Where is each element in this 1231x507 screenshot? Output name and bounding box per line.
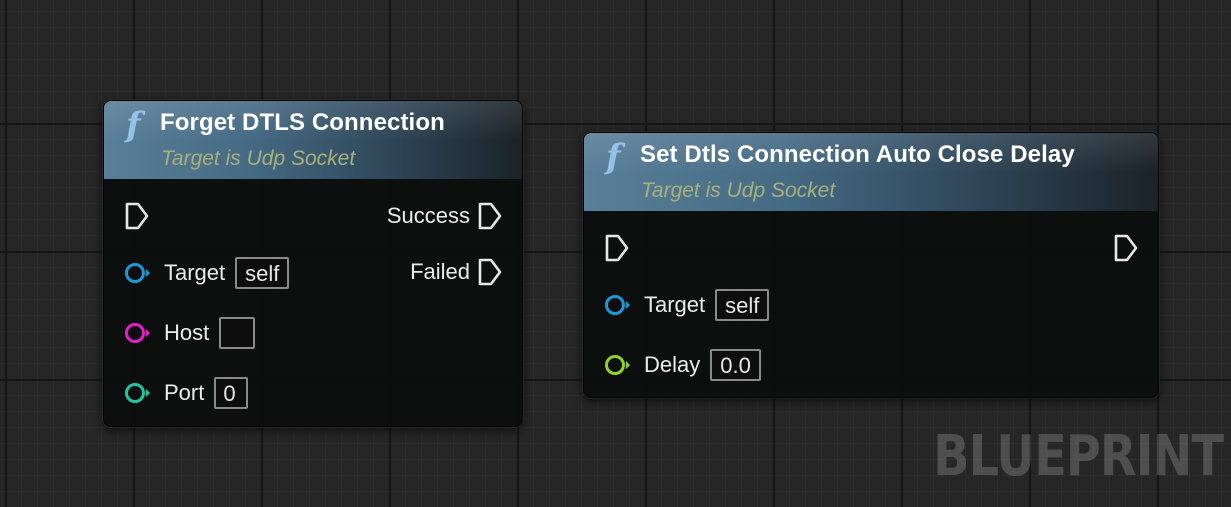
set-dtls-auto-close-delay-node[interactable]: f Set Dtls Connection Auto Close Delay T… [583, 132, 1159, 398]
node-header[interactable]: f Forget DTLS Connection Target is Udp S… [104, 101, 522, 180]
string-pin-icon[interactable] [124, 321, 152, 345]
function-icon: f [606, 137, 621, 177]
exec-pin-icon[interactable] [478, 258, 502, 286]
float-pin-icon[interactable] [604, 353, 632, 377]
success-output-pin[interactable]: Success [387, 199, 502, 233]
pin-label-target: Target [644, 292, 706, 317]
pin-label-delay: Delay [644, 352, 701, 377]
node-title: Set Dtls Connection Auto Close Delay [640, 141, 1075, 168]
pin-label-failed: Failed [410, 259, 470, 284]
delay-value-field[interactable]: 0.0 [710, 349, 761, 381]
node-subtitle: Target is Udp Socket [641, 179, 836, 202]
node-subtitle: Target is Udp Socket [161, 147, 356, 170]
pin-label-target: Target [164, 260, 226, 285]
exec-input-pin[interactable] [605, 231, 629, 265]
target-input-pin[interactable]: Target self [604, 288, 770, 322]
target-value-field[interactable]: self [235, 257, 290, 289]
pin-label-port: Port [164, 380, 205, 405]
exec-pin-icon[interactable] [1114, 234, 1138, 262]
port-input-pin[interactable]: Port 0 [124, 376, 249, 410]
int-pin-icon[interactable] [124, 381, 152, 405]
failed-output-pin[interactable]: Failed [410, 255, 502, 289]
exec-output-pin[interactable] [1114, 231, 1138, 265]
object-pin-icon[interactable] [604, 293, 632, 317]
host-value-field[interactable] [219, 317, 256, 349]
port-value-field[interactable]: 0 [214, 377, 249, 409]
blueprint-watermark: BLUEPRINT [933, 424, 1224, 489]
delay-input-pin[interactable]: Delay 0.0 [604, 348, 761, 382]
forget-dtls-connection-node[interactable]: f Forget DTLS Connection Target is Udp S… [103, 100, 523, 427]
exec-input-pin[interactable] [125, 199, 149, 233]
node-title: Forget DTLS Connection [160, 109, 445, 136]
object-pin-icon[interactable] [124, 261, 152, 285]
pin-label-host: Host [164, 320, 210, 345]
node-header[interactable]: f Set Dtls Connection Auto Close Delay T… [584, 133, 1158, 212]
target-input-pin[interactable]: Target self [124, 256, 290, 290]
pin-label-success: Success [386, 203, 470, 228]
target-value-field[interactable]: self [715, 289, 770, 321]
exec-pin-icon[interactable] [478, 202, 502, 230]
exec-pin-icon[interactable] [605, 234, 629, 262]
host-input-pin[interactable]: Host [124, 316, 256, 350]
function-icon: f [126, 105, 141, 145]
exec-pin-icon[interactable] [125, 202, 149, 230]
